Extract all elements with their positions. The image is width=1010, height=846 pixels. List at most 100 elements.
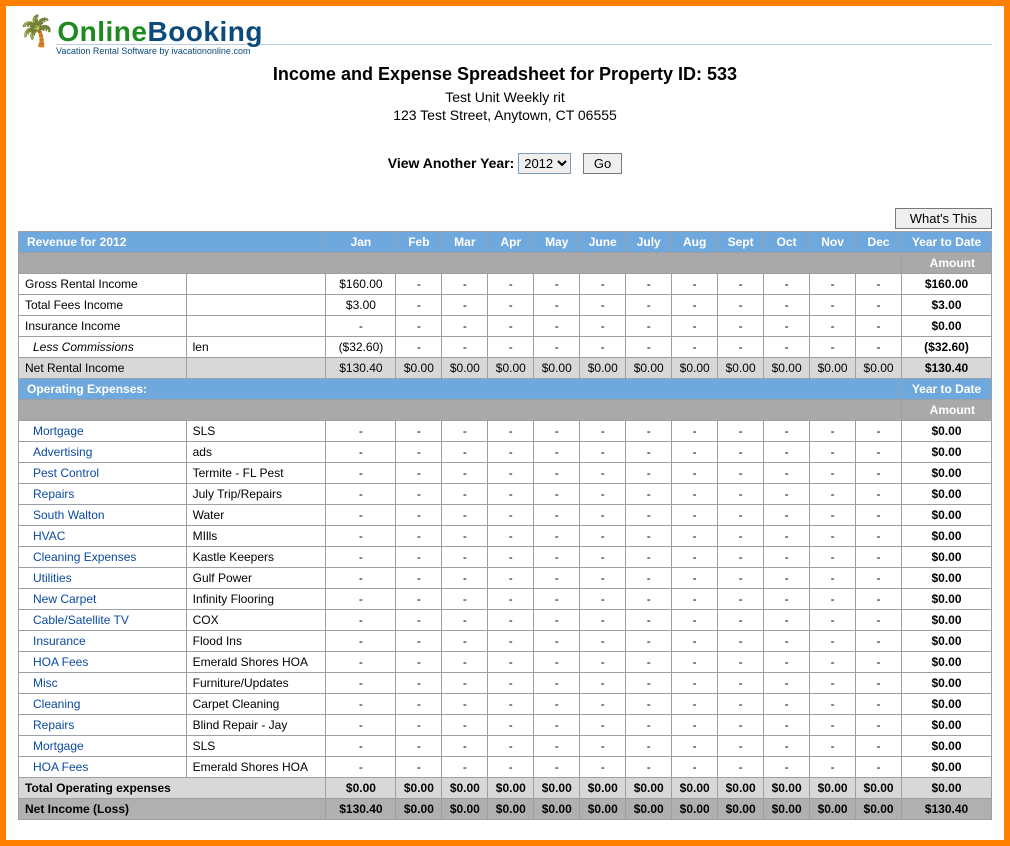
expense-month: - xyxy=(534,631,580,652)
expense-month: - xyxy=(810,484,856,505)
expense-month: - xyxy=(626,589,672,610)
revenue-jan: $160.00 xyxy=(326,274,396,295)
revenue-month: - xyxy=(442,295,488,316)
revenue-month: - xyxy=(764,274,810,295)
expense-link[interactable]: Mortgage xyxy=(33,739,84,753)
expense-month: - xyxy=(856,631,902,652)
expense-month: - xyxy=(488,589,534,610)
expense-month: - xyxy=(718,421,764,442)
expense-month: - xyxy=(396,757,442,778)
expense-link[interactable]: Advertising xyxy=(33,445,92,459)
expense-ytd: $0.00 xyxy=(902,673,992,694)
sub-gap xyxy=(19,400,902,421)
revenue-month: - xyxy=(810,295,856,316)
revenue-month: - xyxy=(396,274,442,295)
expense-link[interactable]: Misc xyxy=(33,676,58,690)
whats-this-button[interactable]: What's This xyxy=(895,208,992,229)
expense-month: - xyxy=(810,652,856,673)
expense-link[interactable]: South Walton xyxy=(33,508,105,522)
expense-vendor: Termite - FL Pest xyxy=(186,463,326,484)
expense-month: - xyxy=(764,505,810,526)
expense-month: - xyxy=(396,484,442,505)
sub-gap xyxy=(19,253,902,274)
expense-vendor: SLS xyxy=(186,421,326,442)
expense-vendor: Flood Ins xyxy=(186,631,326,652)
logo-text: OnlineBooking xyxy=(57,16,263,48)
expense-ytd: $0.00 xyxy=(902,547,992,568)
expense-month: - xyxy=(326,505,396,526)
revenue-jan: $3.00 xyxy=(326,295,396,316)
revenue-month: - xyxy=(396,316,442,337)
expense-month: - xyxy=(396,526,442,547)
expense-month: - xyxy=(672,589,718,610)
expense-link[interactable]: Insurance xyxy=(33,634,86,648)
expense-link[interactable]: Mortgage xyxy=(33,424,84,438)
expense-month: - xyxy=(672,715,718,736)
expense-month: - xyxy=(626,694,672,715)
revenue-month: - xyxy=(718,316,764,337)
expense-link[interactable]: Repairs xyxy=(33,718,74,732)
month-header: Mar xyxy=(442,232,488,253)
expense-month: - xyxy=(626,757,672,778)
expense-link[interactable]: Repairs xyxy=(33,487,74,501)
revenue-month: - xyxy=(396,295,442,316)
expense-month: - xyxy=(626,442,672,463)
expense-month: - xyxy=(580,673,626,694)
expense-link[interactable]: Cable/Satellite TV xyxy=(33,613,129,627)
expense-month: - xyxy=(810,610,856,631)
logo: 🌴 OnlineBooking xyxy=(18,16,263,48)
expense-month: - xyxy=(718,463,764,484)
expense-link[interactable]: Cleaning Expenses xyxy=(33,550,136,564)
expense-month: - xyxy=(718,442,764,463)
revenue-month: - xyxy=(764,316,810,337)
expense-month: - xyxy=(488,442,534,463)
expense-link[interactable]: HOA Fees xyxy=(33,655,88,669)
expense-month: - xyxy=(626,673,672,694)
revenue-month: - xyxy=(856,316,902,337)
year-selector-row: View Another Year: 2012 Go xyxy=(18,153,992,174)
expense-month: - xyxy=(580,694,626,715)
revenue-month: - xyxy=(534,337,580,358)
expense-month: - xyxy=(396,631,442,652)
year-select[interactable]: 2012 xyxy=(518,153,571,174)
net-income-month: $0.00 xyxy=(672,799,718,820)
page-container: 🌴 OnlineBooking Vacation Rental Software… xyxy=(0,0,1010,846)
expense-link[interactable]: Cleaning xyxy=(33,697,80,711)
expense-month: - xyxy=(764,421,810,442)
expense-month: - xyxy=(718,736,764,757)
revenue-month: - xyxy=(672,295,718,316)
expense-month: - xyxy=(764,568,810,589)
expense-ytd: $0.00 xyxy=(902,484,992,505)
expense-month: - xyxy=(442,610,488,631)
expense-label: South Walton xyxy=(19,505,187,526)
expense-vendor: Gulf Power xyxy=(186,568,326,589)
amount-header: Amount xyxy=(902,253,992,274)
expense-month: - xyxy=(442,652,488,673)
expense-link[interactable]: Utilities xyxy=(33,571,72,585)
expense-month: - xyxy=(764,547,810,568)
expense-month: - xyxy=(326,757,396,778)
expense-link[interactable]: HOA Fees xyxy=(33,760,88,774)
revenue-month: - xyxy=(488,316,534,337)
total-expenses-month: $0.00 xyxy=(488,778,534,799)
go-button[interactable]: Go xyxy=(583,153,622,174)
revenue-month: - xyxy=(626,295,672,316)
expense-link[interactable]: HVAC xyxy=(33,529,65,543)
expense-month: - xyxy=(534,526,580,547)
expense-month: - xyxy=(326,526,396,547)
expense-month: - xyxy=(534,673,580,694)
expense-month: - xyxy=(396,505,442,526)
expense-month: - xyxy=(810,631,856,652)
expense-month: - xyxy=(534,484,580,505)
expense-month: - xyxy=(396,421,442,442)
header: Income and Expense Spreadsheet for Prope… xyxy=(18,64,992,123)
expense-label: HOA Fees xyxy=(19,652,187,673)
palm-tree-icon: 🌴 xyxy=(18,17,55,47)
expense-link[interactable]: Pest Control xyxy=(33,466,99,480)
expense-month: - xyxy=(672,610,718,631)
expense-month: - xyxy=(718,694,764,715)
expense-month: - xyxy=(488,547,534,568)
month-header: Oct xyxy=(764,232,810,253)
expense-link[interactable]: New Carpet xyxy=(33,592,96,606)
expense-label: Cleaning Expenses xyxy=(19,547,187,568)
